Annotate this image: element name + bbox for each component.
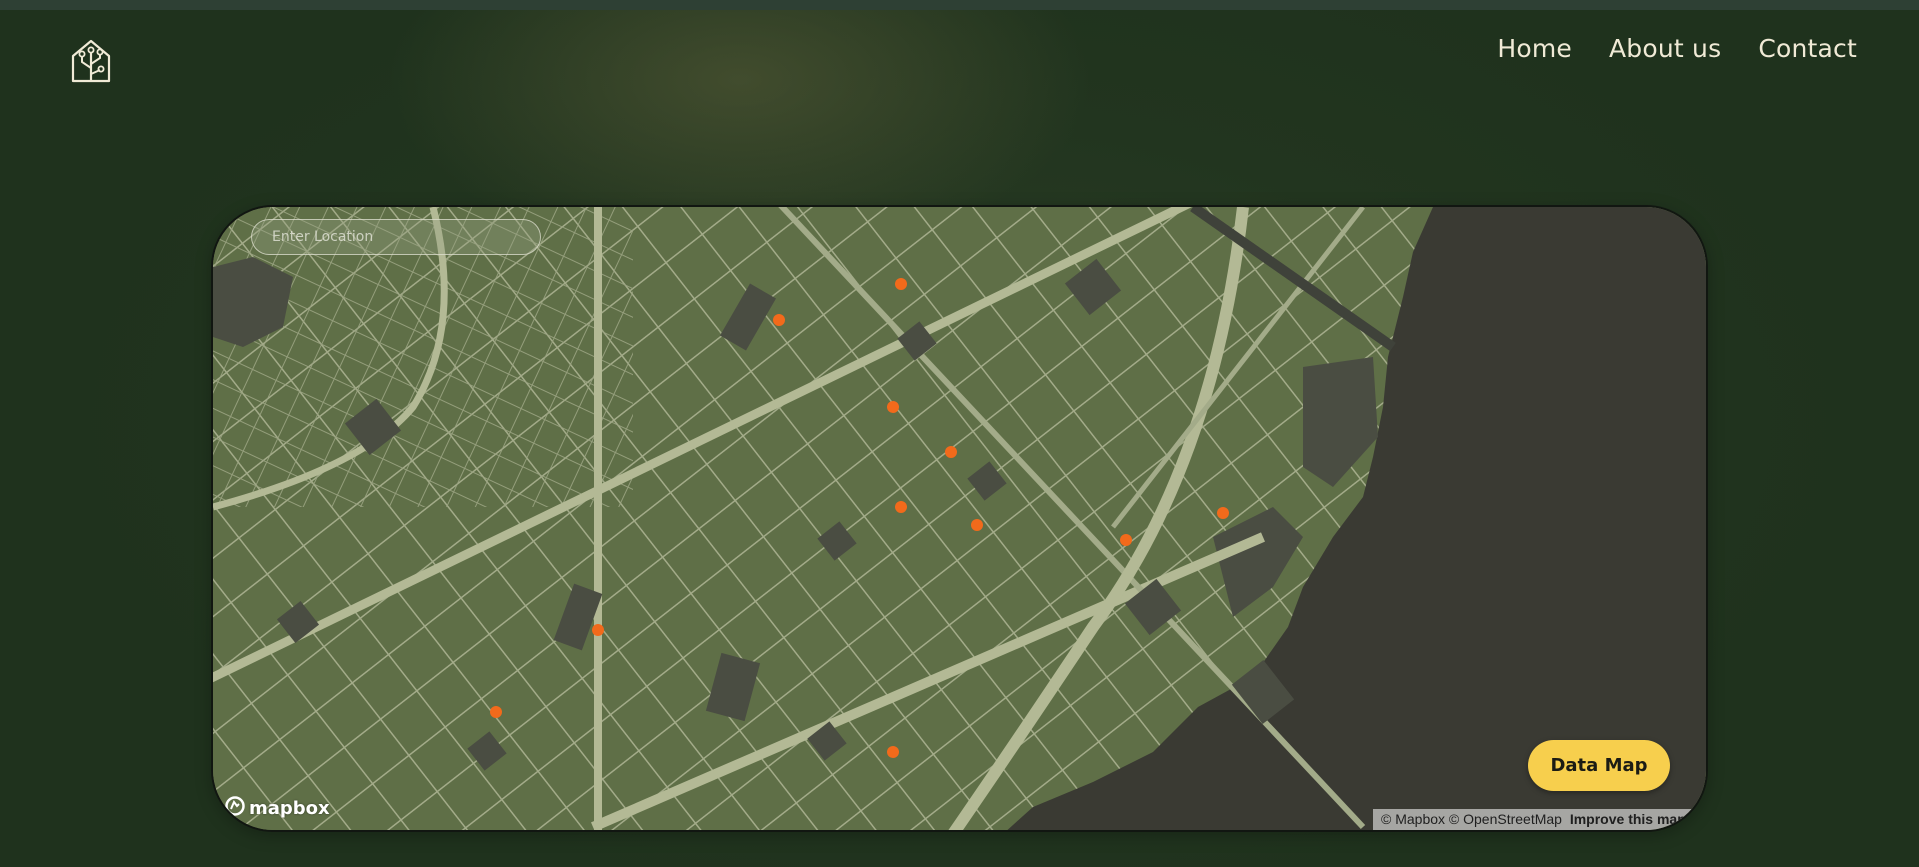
main-nav: Home About us Contact: [1497, 34, 1857, 63]
data-map-button[interactable]: Data Map: [1528, 740, 1670, 791]
map-marker: [945, 446, 957, 458]
map-marker: [1120, 534, 1132, 546]
map-marker: [490, 706, 502, 718]
map-marker: [971, 519, 983, 531]
mapbox-attribution-link[interactable]: © Mapbox: [1381, 811, 1445, 827]
top-strip: [0, 0, 1919, 10]
mapbox-icon: [225, 796, 245, 821]
map-marker: [592, 624, 604, 636]
map-container[interactable]: Data Map mapbox © Mapbox © OpenStreetMap…: [211, 205, 1708, 832]
improve-map-link[interactable]: Improve this map: [1570, 811, 1686, 827]
location-search-input[interactable]: [251, 219, 541, 255]
map-marker: [773, 314, 785, 326]
map-attribution: © Mapbox © OpenStreetMap Improve this ma…: [1373, 809, 1706, 830]
map-marker: [887, 401, 899, 413]
mapbox-logo-text: mapbox: [249, 798, 330, 819]
map-marker: [895, 278, 907, 290]
nav-home-link[interactable]: Home: [1497, 34, 1572, 63]
house-tree-logo-icon[interactable]: [70, 38, 112, 84]
map-marker: [895, 501, 907, 513]
nav-contact-link[interactable]: Contact: [1758, 34, 1857, 63]
map-canvas[interactable]: [213, 207, 1708, 832]
map-marker: [1217, 507, 1229, 519]
mapbox-logo[interactable]: mapbox: [225, 796, 330, 821]
nav-about-link[interactable]: About us: [1609, 34, 1721, 63]
osm-attribution-link[interactable]: © OpenStreetMap: [1449, 811, 1562, 827]
map-marker: [887, 746, 899, 758]
